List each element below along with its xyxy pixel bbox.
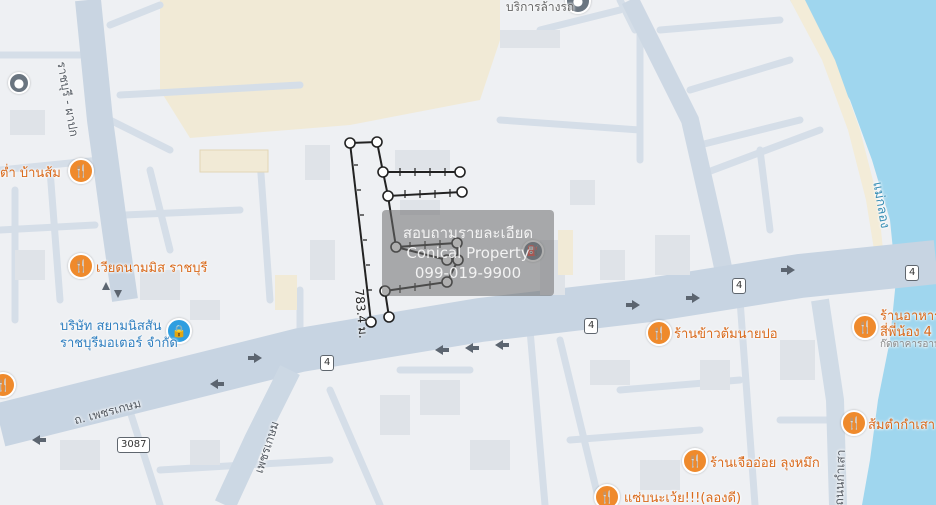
car-wash-label: บริการล้างรถ xyxy=(506,0,575,14)
food-icon[interactable]: 🍴 xyxy=(68,253,94,279)
route-shield: 3087 xyxy=(117,437,151,453)
road-kamsao-label: ถนนกำเสา xyxy=(831,449,848,505)
poi-baansom-label[interactable]: ต่ำ บ้านส้ม xyxy=(0,162,61,183)
watermark: สอบถามรายละเอียด Conical Property 099-01… xyxy=(382,210,554,296)
food-icon[interactable]: 🍴 xyxy=(646,320,672,346)
watermark-line3: 099-019-9900 xyxy=(414,264,522,282)
poi-zaab-label[interactable]: แซ่บนะเว้ย!!!(ลองดี) xyxy=(624,487,741,505)
place-icon[interactable]: ● xyxy=(8,72,30,94)
sand-area xyxy=(160,0,500,138)
company-label-2[interactable]: ราชบุรีมอเตอร์ จำกัด xyxy=(60,332,178,353)
poi-jeuoi-label[interactable]: ร้านเจืออ่อย ลุงหมึก xyxy=(710,452,820,473)
food-icon[interactable]: 🍴 xyxy=(68,158,94,184)
poi-sipinong-sub-label: ก๊ดตาคารอาห xyxy=(880,339,936,350)
food-icon[interactable]: 🍴 xyxy=(682,448,708,474)
route-shield: 4 xyxy=(905,265,920,281)
route-shield: 4 xyxy=(320,355,335,371)
watermark-line2: Conical Property xyxy=(406,244,530,262)
poi-wiangnam-label[interactable]: เวียดนามมิส ราชบุรี xyxy=(96,257,208,278)
poi-somtam-label[interactable]: ส้มตำกำเสา xyxy=(868,414,935,435)
poi-khaotom-label[interactable]: ร้านข้าวต้มนายปอ xyxy=(674,323,778,344)
food-icon[interactable]: 🍴 xyxy=(594,484,620,505)
food-icon[interactable]: 🍴 xyxy=(841,410,867,436)
route-shield: 4 xyxy=(732,278,747,294)
food-icon[interactable]: 🍴 xyxy=(852,314,878,340)
watermark-line1: สอบถามรายละเอียด xyxy=(402,224,534,242)
route-shield: 4 xyxy=(584,318,599,334)
map-view[interactable]: ● ● 🍴 🍴 🔒 🍴 🍴 🍴 🍴 🍴 🍴 ⛽ บริการล้างรถ ราช… xyxy=(0,0,936,505)
